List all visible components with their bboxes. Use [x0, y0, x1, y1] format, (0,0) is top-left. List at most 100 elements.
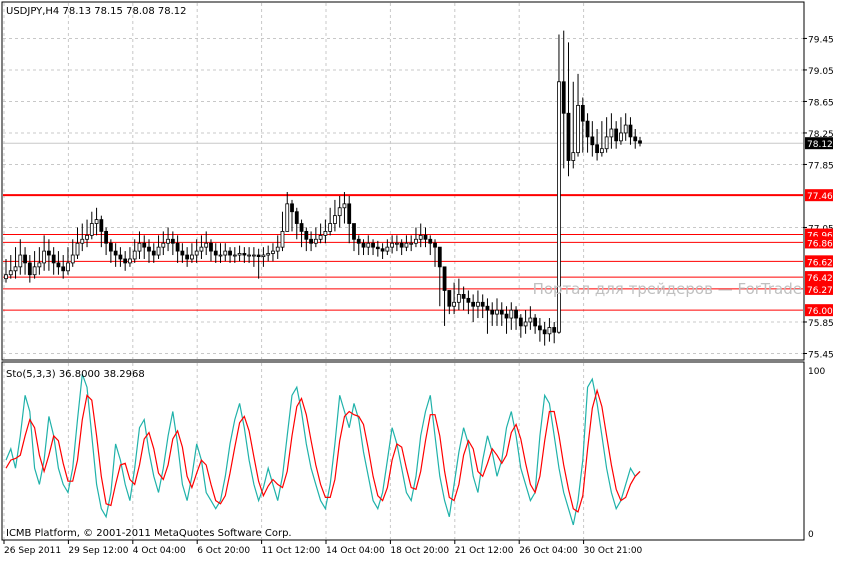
candle-down [175, 242, 180, 252]
candle-up [275, 246, 280, 252]
candle-up [199, 246, 204, 252]
candle-up [132, 250, 137, 260]
current-price-label-text: 78.12 [807, 140, 833, 150]
candle-down [147, 246, 151, 252]
candle-down [27, 262, 32, 276]
candle-up [80, 238, 85, 244]
candle-up [85, 234, 89, 240]
candle-down [542, 329, 547, 335]
candle-up [509, 309, 514, 319]
symbol-info-text: USDJPY,H4 78.13 78.15 78.08 78.12 [6, 6, 187, 17]
candle-up [333, 215, 337, 224]
candle-up [366, 242, 371, 248]
time-tick-label: 29 Sep 12:00 [68, 546, 128, 556]
candlestick-series [4, 30, 642, 346]
level-label-text: 76.42 [807, 274, 833, 284]
candle-down [437, 246, 442, 268]
candle-up [404, 242, 409, 248]
candle-up [70, 254, 75, 264]
candle-down [552, 327, 557, 333]
candle-down [256, 254, 261, 258]
candle-up [409, 242, 414, 245]
candle-down [309, 238, 313, 244]
candle-down [371, 242, 375, 248]
candle-up [66, 262, 70, 272]
candle-down [638, 140, 642, 144]
candle-up [280, 231, 285, 248]
candle-down [499, 309, 504, 315]
level-label-text: 76.27 [807, 286, 833, 296]
candle-down [447, 290, 452, 307]
candle-down [56, 262, 61, 268]
candle-down [399, 242, 404, 248]
candle-down [170, 238, 175, 244]
candle-down [185, 254, 190, 260]
candle-down [585, 120, 590, 138]
candle-down [561, 81, 566, 114]
watermark-text: Портал для трейдеров — ForTrade [533, 280, 802, 298]
stochastic-info-text: Sto(5,3,3) 36.8000 38.2968 [6, 369, 145, 380]
time-tick-label: 21 Oct 12:00 [455, 546, 514, 556]
candle-up [190, 254, 194, 260]
candle-down [580, 104, 585, 122]
candle-down [51, 254, 56, 264]
candle-down [304, 231, 309, 240]
candle-up [394, 242, 399, 245]
candle-up [599, 148, 604, 154]
time-tick-label: 26 Oct 04:00 [519, 546, 578, 556]
candle-down [142, 242, 147, 248]
candle-up [8, 270, 13, 276]
chart-canvas[interactable]: 79.4579.0578.6578.2577.8577.0575.8575.45… [0, 0, 841, 558]
candle-down [537, 325, 542, 331]
time-tick-label: 26 Sep 2011 [4, 546, 61, 556]
candle-down [61, 266, 66, 272]
candle-up [418, 234, 423, 240]
candle-up [223, 250, 228, 256]
candle-up [390, 242, 395, 248]
candle-up [523, 321, 528, 327]
chart-window[interactable]: 79.4579.0578.6578.2577.8577.0575.8575.45… [0, 0, 841, 558]
time-tick-label: 4 Oct 04:00 [133, 546, 186, 556]
candle-up [337, 207, 342, 217]
price-tick-label: 79.45 [808, 35, 834, 45]
candle-up [495, 309, 499, 315]
candle-down [213, 250, 218, 256]
candle-down [504, 313, 509, 319]
candle-up [204, 242, 209, 248]
time-tick-label: 18 Oct 20:00 [390, 546, 449, 556]
stochastic-signal-line [5, 388, 641, 513]
candle-down [471, 301, 476, 307]
candle-down [518, 317, 523, 327]
candle-down [347, 203, 352, 224]
candle-up [414, 238, 418, 244]
time-tick-label: 6 Oct 20:00 [197, 546, 250, 556]
level-label-text: 76.00 [807, 307, 833, 317]
candle-up [385, 246, 390, 252]
candle-up [194, 250, 199, 256]
price-tick-label: 79.05 [808, 67, 834, 77]
candle-up [42, 250, 47, 264]
candle-down [356, 238, 361, 244]
candle-down [428, 238, 433, 244]
price-tick-label: 75.45 [808, 350, 834, 360]
candle-up [576, 104, 580, 154]
candle-down [242, 253, 247, 256]
candle-up [32, 266, 37, 276]
candle-down [228, 250, 232, 256]
level-label-text: 76.62 [807, 258, 833, 268]
candle-up [232, 254, 237, 257]
candle-up [619, 132, 623, 142]
candle-up [313, 238, 318, 244]
candle-down [590, 136, 595, 146]
candle-up [94, 219, 99, 224]
candle-up [323, 231, 328, 236]
candle-up [609, 128, 614, 138]
candle-up [218, 254, 223, 257]
candle-up [13, 266, 18, 272]
candle-up [237, 253, 242, 256]
candle-down [485, 305, 490, 311]
candle-down [480, 301, 485, 307]
candle-up [261, 254, 266, 258]
candle-down [123, 258, 128, 264]
level-label-text: 77.46 [807, 192, 833, 202]
